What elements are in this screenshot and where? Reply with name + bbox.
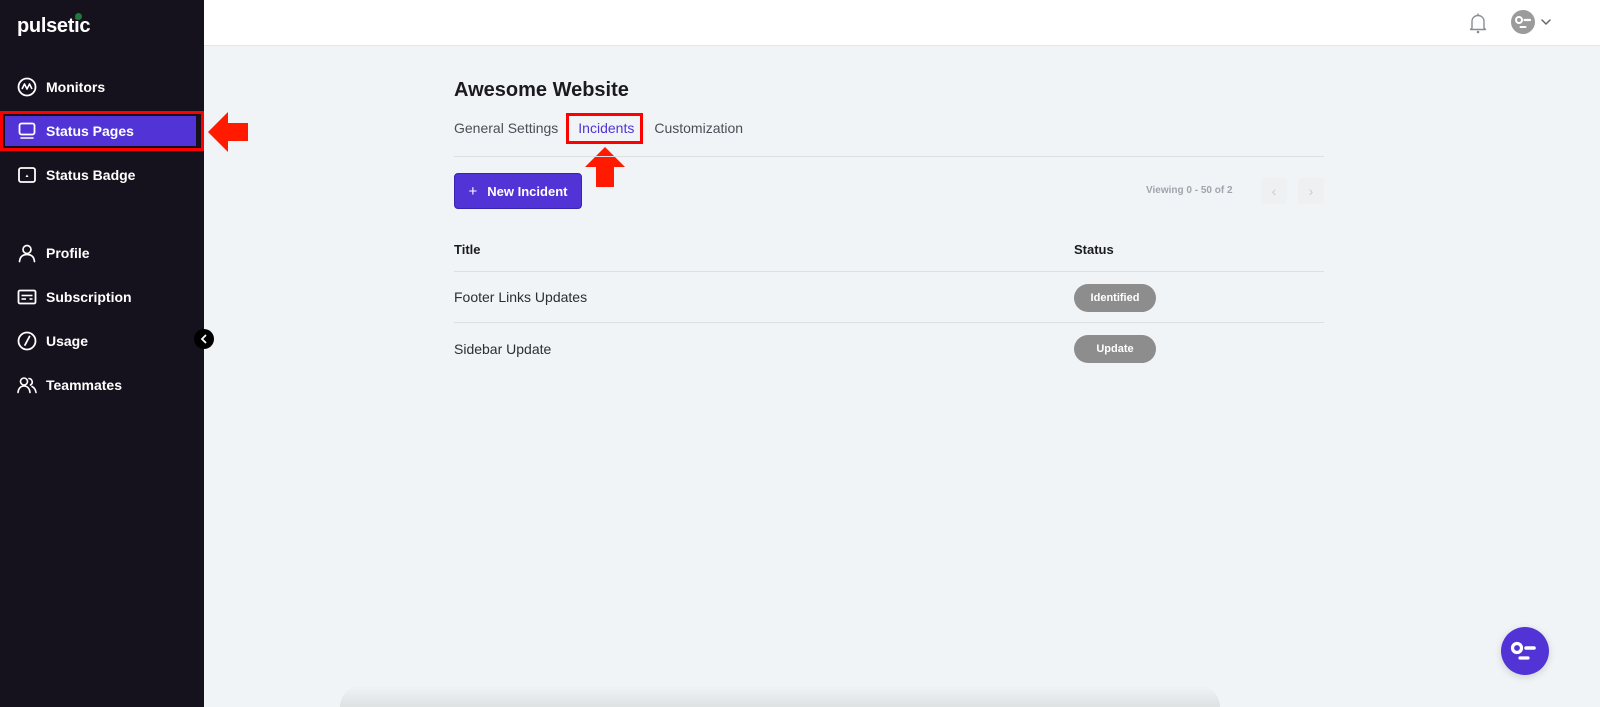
plus-icon: +: [468, 182, 478, 200]
tab-customization[interactable]: Customization: [654, 120, 743, 136]
tab-general-settings[interactable]: General Settings: [454, 120, 558, 136]
row-divider: [454, 322, 1324, 323]
avatar-icon[interactable]: [1511, 10, 1535, 34]
page-title: Awesome Website: [454, 79, 629, 101]
collapse-sidebar-button[interactable]: [194, 329, 214, 349]
usage-icon: [17, 331, 37, 351]
sidebar-item-label: Profile: [46, 245, 90, 261]
tab-incidents[interactable]: Incidents: [578, 120, 634, 136]
prev-page-button[interactable]: ‹: [1261, 178, 1287, 204]
sidebar-item-label: Monitors: [46, 79, 106, 95]
bottom-panel-shadow: [340, 685, 1220, 707]
top-bar: [204, 0, 1600, 46]
sidebar-item-label: Status Badge: [46, 167, 136, 183]
teammates-icon: [17, 375, 37, 395]
sidebar-item-label: Status Pages: [46, 123, 134, 139]
column-header-status: Status: [1074, 242, 1114, 257]
status-badge: Update: [1074, 335, 1156, 363]
sidebar-item-usage[interactable]: Usage: [0, 323, 204, 359]
sidebar-item-teammates[interactable]: Teammates: [0, 367, 204, 403]
support-chat-button[interactable]: [1501, 627, 1549, 675]
status-badge: Identified: [1074, 284, 1156, 312]
sidebar-item-label: Usage: [46, 333, 89, 349]
monitors-icon: [17, 77, 37, 97]
logo[interactable]: pulsetic: [17, 13, 90, 38]
chevron-down-icon[interactable]: [1540, 15, 1552, 33]
incident-title[interactable]: Footer Links Updates: [454, 289, 587, 305]
tabs-divider: [454, 156, 1324, 157]
table-header-divider: [454, 271, 1324, 272]
status-badge-icon: [17, 165, 37, 185]
sidebar: pulsetic Monitors Status Pages Status Ba…: [0, 0, 204, 707]
sidebar-item-monitors[interactable]: Monitors: [0, 69, 204, 105]
sidebar-item-status-pages[interactable]: Status Pages: [0, 113, 204, 149]
status-pages-icon: [17, 121, 37, 141]
sidebar-item-label: Teammates: [46, 377, 123, 393]
chevron-left-icon: ‹: [1271, 183, 1277, 199]
column-header-title: Title: [454, 242, 481, 257]
annotation-arrow-up-icon: [585, 147, 625, 187]
chat-face-icon: [1510, 641, 1536, 660]
profile-icon: [17, 243, 37, 263]
new-incident-button[interactable]: + New Incident: [454, 173, 582, 209]
sidebar-item-profile[interactable]: Profile: [0, 235, 204, 271]
tabs: General Settings Incidents Customization: [454, 120, 743, 136]
sidebar-item-subscription[interactable]: Subscription: [0, 279, 204, 315]
sidebar-item-label: Subscription: [46, 289, 132, 305]
pagination-text: Viewing 0 - 50 of 2: [1146, 185, 1233, 196]
logo-dot: [75, 13, 82, 20]
sidebar-item-status-badge[interactable]: Status Badge: [0, 157, 204, 193]
annotation-arrow-left-icon: [208, 112, 248, 152]
new-incident-label: New Incident: [487, 183, 568, 199]
chevron-right-icon: ›: [1308, 183, 1314, 199]
bell-icon[interactable]: [1468, 12, 1488, 39]
incident-title[interactable]: Sidebar Update: [454, 341, 551, 357]
subscription-icon: [17, 287, 37, 307]
chevron-left-icon: [200, 334, 207, 344]
next-page-button[interactable]: ›: [1298, 178, 1324, 204]
